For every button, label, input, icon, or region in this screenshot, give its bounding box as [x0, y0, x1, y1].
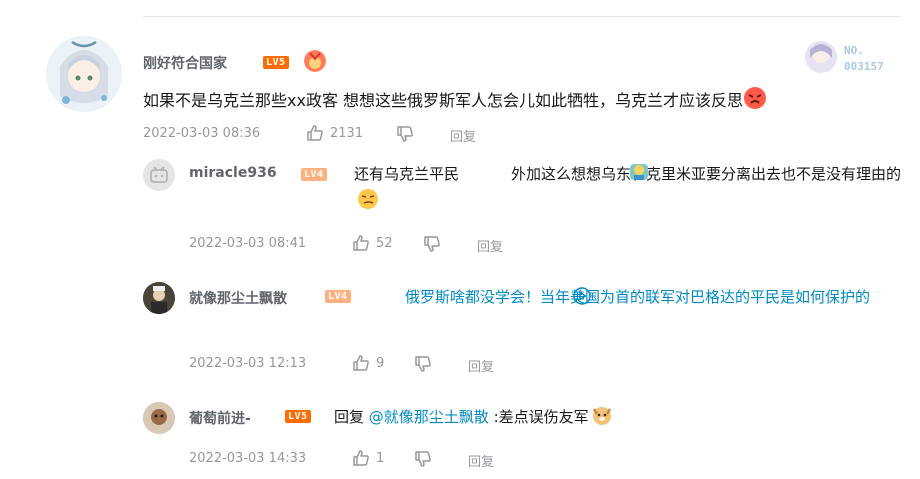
reply-button[interactable]: 回复 [468, 451, 494, 470]
avatar[interactable] [143, 402, 175, 434]
thumbs-up-icon [352, 449, 370, 467]
reply-meta: 2022-03-03 08:41 52 回复 [189, 234, 839, 257]
like-count: 2131 [330, 125, 364, 141]
play-circle-icon [381, 287, 591, 305]
avatar[interactable] [143, 159, 175, 191]
like-button[interactable]: 2131 [306, 124, 363, 142]
reply-text-body: :差点误伤友军 [493, 408, 589, 426]
reply-button[interactable]: 回复 [477, 236, 503, 255]
angry-emoji-icon [743, 86, 767, 110]
reply-meta: 2022-03-03 14:33 1 回复 [189, 449, 839, 472]
like-button[interactable]: 52 [352, 234, 393, 252]
username[interactable]: 刚好符合国家 [143, 53, 227, 73]
reply-button[interactable]: 回复 [450, 126, 476, 145]
like-button[interactable]: 1 [352, 449, 384, 467]
like-count: 52 [376, 235, 393, 251]
mention-link[interactable]: @就像那尘土飘散 [369, 408, 489, 426]
comment-text: 如果不是乌克兰那些xx政客 想想这些俄罗斯军人怎会儿如此牺牲，乌克兰才应该反思 [143, 86, 883, 115]
comment-text-body: 如果不是乌克兰那些xx政客 想想这些俄罗斯军人怎会儿如此牺牲，乌克兰才应该反思 [143, 91, 744, 110]
reply-button[interactable]: 回复 [468, 356, 494, 375]
like-count: 1 [376, 450, 385, 466]
badge-no-label: NO. [844, 44, 864, 57]
username[interactable]: 葡萄前进- [189, 408, 251, 428]
level-badge: LV5 [263, 56, 289, 69]
comment-meta: 2022-03-03 08:36 2131 回复 [143, 124, 843, 147]
reply-text: 俄罗斯啥都没学会！当年美国为首的联军对巴格达的平民是如何保护的 [189, 284, 904, 311]
timestamp: 2022-03-03 12:13 [189, 356, 307, 371]
reply-text: 还有乌克兰平民 外加这么想想乌东和克里米亚要分离出去也不是没有理由的 [189, 161, 904, 215]
video-link[interactable]: 俄罗斯啥都没学会！当年美国为首的联军对巴格达的平民是如何保护的 [405, 288, 870, 306]
thumbs-down-icon [397, 126, 413, 142]
like-button[interactable]: 9 [352, 354, 384, 372]
doge-emoji-icon [591, 404, 613, 426]
medal-icon [304, 50, 326, 72]
reply-text-b: 外加这么想想乌东和克里米亚要分离出去也不是没有理由的 [511, 165, 902, 183]
thumbs-down-icon [415, 451, 431, 467]
like-count: 9 [376, 355, 385, 371]
thumbs-up-icon [306, 124, 324, 142]
thinking-emoji-icon [463, 161, 649, 183]
reply-meta: 2022-03-03 12:13 9 回复 [189, 354, 839, 377]
dislike-button[interactable] [414, 355, 432, 377]
dislike-button[interactable] [423, 235, 441, 257]
thumbs-up-icon [352, 354, 370, 372]
level-badge: LV5 [285, 410, 311, 423]
divider [143, 16, 900, 17]
dislike-button[interactable] [414, 450, 432, 472]
timestamp: 2022-03-03 08:36 [143, 126, 261, 141]
thumbs-down-icon [415, 356, 431, 372]
reply-prefix: 回复 [334, 408, 365, 426]
dislike-button[interactable] [396, 125, 414, 147]
avatar[interactable] [143, 282, 175, 314]
reply-text: 回复 @就像那尘土飘散 :差点误伤友军 [334, 404, 904, 431]
thumbs-up-icon [352, 234, 370, 252]
smirk-emoji-icon [192, 188, 378, 210]
avatar[interactable] [46, 36, 122, 112]
reply-text-a: 还有乌克兰平民 [354, 165, 460, 183]
thumbs-down-icon [424, 236, 440, 252]
timestamp: 2022-03-03 08:41 [189, 236, 307, 251]
badge-number: 003157 [844, 60, 884, 73]
floor-badge: NO. 003157 [804, 38, 904, 78]
timestamp: 2022-03-03 14:33 [189, 451, 307, 466]
